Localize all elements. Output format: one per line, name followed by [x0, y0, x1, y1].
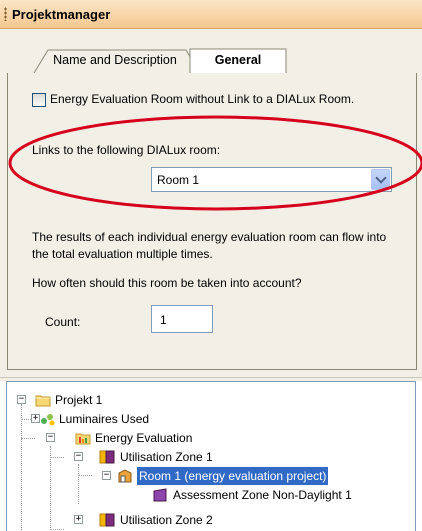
tree-line	[50, 529, 64, 530]
expand-icon[interactable]: +	[74, 515, 83, 524]
dialux-room-select-value: Room 1	[157, 173, 200, 187]
expand-icon[interactable]: +	[31, 414, 40, 423]
tree-node-label: Assessment Zone Non-Daylight 1	[173, 488, 352, 502]
tree-node-label: Room 1 (energy evaluation project)	[137, 467, 329, 485]
tree-line	[78, 464, 79, 504]
chevron-down-icon[interactable]	[371, 169, 390, 190]
zone-icon	[99, 513, 115, 527]
title-bar: Projektmanager	[0, 0, 422, 29]
tab-name-and-description[interactable]: Name and Description	[40, 49, 190, 73]
collapse-icon[interactable]: −	[17, 395, 26, 404]
no-link-checkbox[interactable]	[32, 93, 46, 107]
tab-general[interactable]: General	[190, 49, 286, 73]
window-title: Projektmanager	[12, 7, 111, 22]
tree-line	[21, 438, 35, 439]
tree-node-label: Utilisation Zone 2	[120, 513, 213, 527]
luminaires-icon	[41, 414, 55, 426]
tree-node-label: Utilisation Zone 1	[120, 450, 213, 464]
project-tree: − Projekt 1 + Luminaires Used − Energy E…	[6, 381, 416, 531]
no-link-checkbox-label[interactable]: Energy Evaluation Room without Link to a…	[50, 92, 410, 107]
energy-folder-icon	[75, 433, 91, 445]
tree-line	[78, 475, 92, 476]
tree-line	[50, 446, 51, 530]
info-text: The results of each individual energy ev…	[32, 230, 387, 261]
tree-node-label: Luminaires Used	[59, 412, 150, 426]
count-input[interactable]: 1	[151, 305, 213, 333]
count-label: Count:	[45, 315, 81, 329]
assessment-zone-icon	[153, 488, 167, 502]
tree-node-label: Energy Evaluation	[95, 431, 193, 445]
zone-icon	[99, 450, 115, 464]
tree-line	[50, 457, 64, 458]
folder-icon	[35, 395, 51, 407]
collapse-icon[interactable]: −	[74, 452, 83, 461]
tree-node-label: Projekt 1	[55, 393, 103, 407]
grip-icon[interactable]	[4, 7, 7, 21]
collapse-icon[interactable]: −	[46, 433, 55, 442]
count-input-value: 1	[160, 313, 167, 327]
tree-line	[21, 404, 22, 530]
collapse-icon[interactable]: −	[102, 471, 111, 480]
dialux-room-select[interactable]: Room 1	[151, 167, 392, 192]
links-to-room-label: Links to the following DIALux room:	[32, 143, 221, 157]
how-often-label: How often should this room be taken into…	[32, 276, 302, 290]
room-icon	[118, 469, 132, 483]
